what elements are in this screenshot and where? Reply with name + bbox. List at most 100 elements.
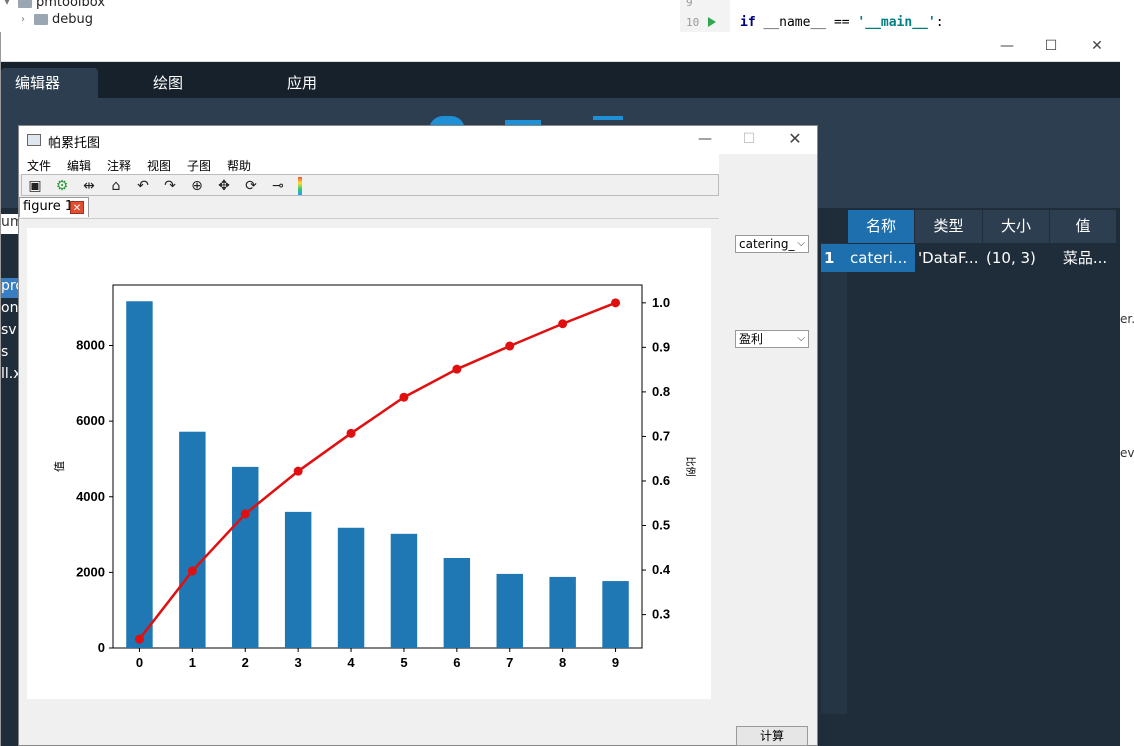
y2-tick-label: 0.7 (652, 428, 670, 443)
menu-file[interactable]: 文件 (27, 157, 51, 174)
menu-view[interactable]: 视图 (147, 157, 171, 174)
colorbar-icon[interactable] (298, 177, 302, 195)
x-tick-label: 8 (559, 655, 566, 670)
x-tick-label: 4 (347, 655, 355, 670)
cell-value[interactable]: 菜品... (1050, 244, 1117, 272)
cumulative-point-9 (611, 298, 621, 308)
run-icon[interactable] (708, 17, 716, 27)
y2-tick-label: 0.3 (652, 607, 670, 622)
column-select[interactable]: 盈利 ⌵ (735, 330, 809, 348)
left-fragment[interactable]: ong (1, 300, 19, 320)
cumulative-point-6 (452, 364, 462, 374)
menu-annotate[interactable]: 注释 (107, 157, 131, 174)
y2-axis-label: 比例 (684, 457, 697, 477)
close-button[interactable]: ✕ (1087, 37, 1107, 55)
x-tick-label: 7 (506, 655, 513, 670)
cumulative-point-4 (346, 428, 356, 438)
cumulative-point-0 (134, 634, 144, 644)
3d-rotate-icon[interactable]: ⟳ (242, 177, 260, 195)
marker-icon[interactable]: ⊸ (269, 177, 287, 195)
cell-type[interactable]: 'DataF... (915, 244, 983, 272)
chevron-right-icon: › (21, 13, 25, 25)
left-fragment[interactable]: pro (1, 278, 19, 298)
cumulative-point-8 (558, 319, 568, 329)
bar-7 (496, 573, 523, 648)
dataset-select[interactable]: catering_ ⌵ (735, 235, 809, 253)
cell-name[interactable]: cateri... (847, 244, 915, 272)
y2-tick-label: 1.0 (652, 295, 670, 310)
cumulative-point-3 (293, 466, 303, 476)
bar-3 (284, 511, 312, 648)
app-titlebar: — ☐ ✕ (1, 32, 1121, 62)
figure-tab[interactable]: figure 1 ✕ (19, 197, 89, 217)
bar-8 (549, 576, 576, 648)
zoom-icon[interactable]: ⊕ (188, 177, 206, 195)
tab-editor[interactable]: 编辑器 (1, 68, 98, 98)
close-tab-icon[interactable]: ✕ (70, 201, 84, 214)
figure-titlebar: 帕累托图 — ☐ ✕ (19, 126, 817, 154)
bar-5 (390, 533, 418, 648)
cell-size[interactable]: (10, 3) (983, 244, 1050, 272)
tree-item-pmtoolbox[interactable]: ▾ pmtoolbox (0, 0, 105, 10)
pan-icon[interactable]: ✥ (215, 177, 233, 195)
folder-icon (18, 0, 32, 8)
x-tick-label: 9 (612, 655, 619, 670)
figure-window-title: 帕累托图 (48, 136, 101, 151)
line-gutter: 9 10 (680, 0, 730, 32)
row-index[interactable]: 1 (821, 244, 847, 272)
tree-item-debug[interactable]: › debug (16, 11, 93, 27)
left-fragment[interactable]: um (1, 214, 19, 234)
header-name[interactable]: 名称 (848, 210, 915, 243)
menu-edit[interactable]: 编辑 (67, 157, 91, 174)
bar-4 (337, 527, 365, 648)
left-fragment[interactable]: ll.x (1, 366, 19, 386)
calculate-button[interactable]: 计算 (736, 726, 808, 746)
x-tick-label: 6 (453, 655, 460, 670)
maximize-button[interactable]: ☐ (1041, 37, 1061, 55)
y-tick-label: 2000 (76, 564, 105, 579)
app-tab-bar: 编辑器 绘图 应用 ▲ (1, 62, 1121, 113)
y-tick-label: 6000 (76, 413, 105, 428)
tab-apps[interactable]: 应用 (273, 68, 331, 98)
left-fragment[interactable]: sv (1, 322, 19, 342)
code-line: if __name__ == '__main__': (740, 15, 944, 30)
folder-icon (34, 13, 48, 25)
figure-maximize-button[interactable]: ☐ (739, 130, 759, 148)
header-size[interactable]: 大小 (983, 210, 1050, 243)
x-tick-label: 3 (295, 655, 302, 670)
back-icon[interactable]: ↶ (134, 177, 152, 195)
y2-tick-label: 0.4 (652, 562, 671, 577)
tab-plot[interactable]: 绘图 (139, 68, 197, 98)
minimize-button[interactable]: — (997, 37, 1017, 55)
figure-close-button[interactable]: ✕ (785, 130, 805, 148)
x-tick-label: 2 (242, 655, 249, 670)
header-type[interactable]: 类型 (915, 210, 983, 243)
save-icon[interactable]: ▣ (26, 177, 44, 195)
forward-icon[interactable]: ↷ (161, 177, 179, 195)
cumulative-line (138, 301, 617, 640)
x-tick-label: 5 (400, 655, 407, 670)
y2-tick-label: 0.9 (652, 339, 670, 354)
cumulative-point-1 (187, 566, 197, 576)
menu-subplot[interactable]: 子图 (187, 157, 211, 174)
chevron-down-icon: ▾ (4, 0, 10, 8)
window-icon (27, 134, 41, 146)
y2-tick-label: 0.8 (652, 384, 670, 399)
x-tick-label: 0 (136, 655, 143, 670)
y-tick-label: 0 (98, 640, 105, 655)
header-value[interactable]: 值 (1050, 210, 1117, 243)
figure-minimize-button[interactable]: — (695, 130, 715, 148)
home-icon[interactable]: ⌂ (107, 177, 125, 195)
plot-canvas[interactable]: 0 1 2 3 4 5 6 7 8 9 0 2000 4000 6000 8000 0.3 0.4 0.5 0.6 0… (27, 228, 711, 699)
y2-tick-label: 0.6 (652, 473, 670, 488)
cumulative-point-5 (399, 392, 409, 402)
left-fragment[interactable]: s (1, 344, 19, 364)
left-panel: um pro ong sv s ll.x (1, 208, 19, 746)
chevron-down-icon: ⌵ (797, 333, 805, 344)
y-tick-label: 8000 (76, 338, 105, 353)
chevron-down-icon: ⌵ (797, 238, 805, 249)
settings-icon[interactable]: ⚙ (53, 177, 71, 195)
split-icon[interactable]: ⇹ (80, 177, 98, 195)
pareto-chart: 0 1 2 3 4 5 6 7 8 9 0 2000 4000 6000 8000 0.3 0.4 0.5 0.6 0… (53, 284, 697, 670)
menu-help[interactable]: 帮助 (227, 157, 251, 174)
